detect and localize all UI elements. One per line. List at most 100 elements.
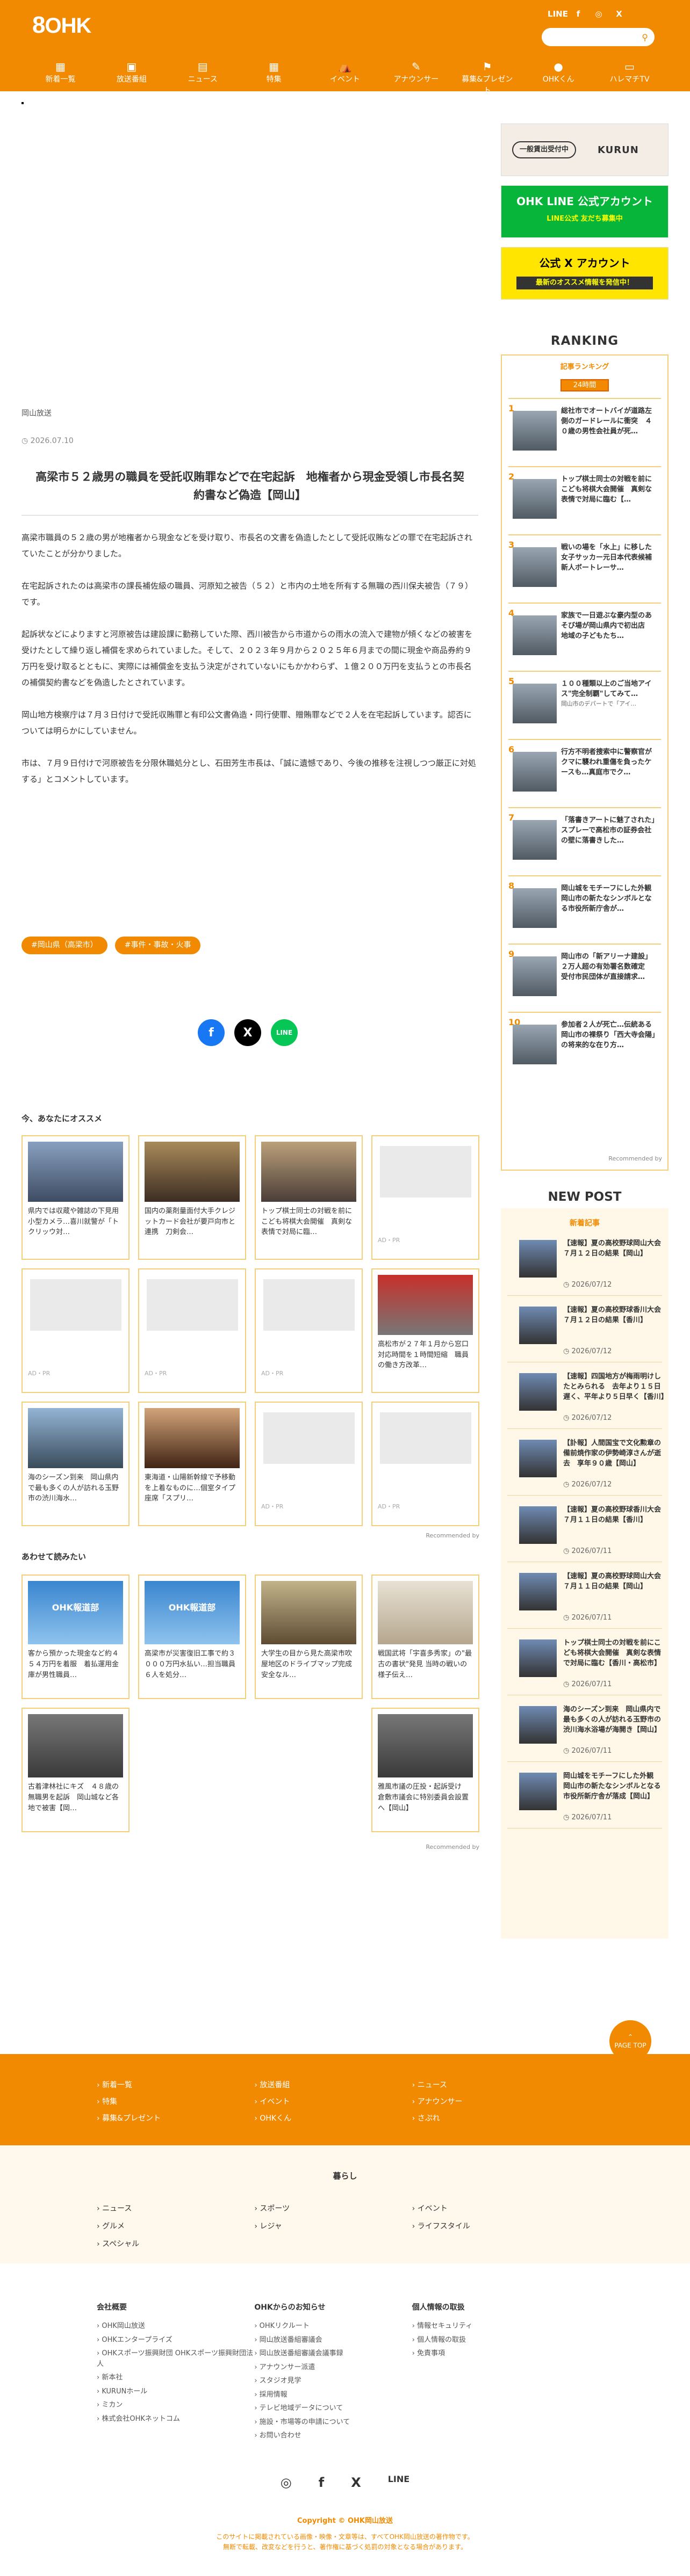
- line-icon[interactable]: LINE: [548, 8, 568, 20]
- share-buttons: f X LINE: [198, 1019, 298, 1046]
- ranking-item[interactable]: 3 戦いの場を「水上」に移した女子サッカー元日本代表候補 新人ボートレーサ…: [508, 534, 661, 596]
- newpost-item[interactable]: 【訃報】人間国宝で文化勲章の備前焼作家の伊勢崎淳さんが逝去 享年９０歳【岡山】 ◷…: [507, 1432, 662, 1496]
- recommend-card[interactable]: 海のシーズン到来 岡山県内で最も多くの人が訪れる玉野市の渋川海水…: [21, 1402, 130, 1526]
- facebook-share-icon[interactable]: f: [198, 1019, 225, 1046]
- ranking-recommended-by[interactable]: Recommended by: [501, 1155, 662, 1164]
- newpost-item[interactable]: 【速報】夏の高校野球香川大会 ７月１１日の結果【香川】 ◷ 2026/07/11: [507, 1499, 665, 1562]
- footer-link[interactable]: スペシャル: [97, 2239, 254, 2250]
- newpost-item[interactable]: 【速報】夏の高校野球岡山大会 ７月１２日の結果【岡山】 ◷ 2026/07/12: [507, 1232, 665, 1296]
- recommend-card[interactable]: 東海道・山陽新幹線で予移動を上着なものに…個室タイプ座席「スプリ…: [138, 1402, 246, 1526]
- instagram-icon[interactable]: ◎: [592, 8, 605, 20]
- ranking-item[interactable]: 6 行方不明者捜索中に警察官がクマに襲われ重傷を負ったケースも…真庭市でク…: [508, 739, 661, 801]
- footer-link[interactable]: 特集: [97, 2096, 254, 2108]
- ranking-item[interactable]: 1 総社市でオートバイが道路左側のガードレールに衝突 ４０歳の男性会社員が死…: [508, 398, 661, 460]
- nav-news[interactable]: ▤ ニュース: [175, 59, 231, 97]
- search-input[interactable]: ⚲: [542, 28, 655, 46]
- tag-incident[interactable]: #事件・事故・火事: [114, 937, 201, 954]
- footer-link[interactable]: イベント: [254, 2096, 412, 2108]
- footer-link[interactable]: ニュース: [412, 2080, 570, 2091]
- newpost-title: NEW POST: [548, 1190, 622, 1204]
- footer-link[interactable]: 募集&プレゼント: [97, 2113, 254, 2124]
- nav-feature[interactable]: ▦ 特集: [246, 59, 302, 97]
- article-paragraph: 市は、７月９日付けで河原被告を分限休職処分とし、石田芳生市長は、「誠に遺憾であり…: [21, 758, 476, 785]
- nav-event[interactable]: ⛺ イベント: [317, 59, 373, 97]
- ad-card[interactable]: AD・PR: [255, 1268, 363, 1393]
- header-social: LINE f ◎ X: [548, 8, 626, 20]
- line-icon[interactable]: LINE: [388, 2473, 409, 2492]
- nav-announcer[interactable]: ✎ アナウンサー: [388, 59, 444, 97]
- recommend-card[interactable]: 高松市が２７年１月から窓口対応時間を１時間短縮 職員の働き方改革…: [371, 1268, 479, 1393]
- recommend-heading: 今、あなたにオススメ: [21, 1114, 103, 1123]
- thumbnail: [378, 1275, 473, 1335]
- footer-link[interactable]: さぷれ: [412, 2113, 570, 2124]
- line-banner[interactable]: OHK LINE 公式アカウント LINE公式 友だち募集中: [501, 185, 669, 238]
- ranking-tab[interactable]: 24時間: [560, 379, 609, 391]
- thumbnail: [145, 1142, 240, 1202]
- ranking-item[interactable]: 10 参加者２人が死亡…伝統ある岡山市の裸祭り「西大寺会陽」の将来的な在り方…: [508, 1012, 661, 1073]
- site-logo[interactable]: 8OHK: [32, 8, 91, 43]
- also-read-card[interactable]: OHK報道部 高梁市が災害復旧工事で約３０００万円水払い…担当職員６人を処分…: [138, 1574, 246, 1699]
- x-banner[interactable]: 公式 X アカウント 最新のオススメ情報を発信中！: [501, 247, 669, 300]
- x-share-icon[interactable]: X: [234, 1019, 261, 1046]
- footer-link[interactable]: スポーツ: [254, 2203, 412, 2215]
- thumbnail: [261, 1142, 356, 1202]
- ranking-item[interactable]: 5 １００種類以上のご当地アイス"完全制覇"してみて… 岡山市のデパートで「アイ…: [508, 671, 661, 732]
- recommend-card[interactable]: 県内では収蔵や雑誌の下見用小型カメラ…喜川就警が「トクリッウ対…: [21, 1135, 130, 1260]
- nav-new[interactable]: ▦ 新着一覧: [32, 59, 89, 97]
- ad-card[interactable]: AD・PR: [371, 1135, 479, 1260]
- footer-link[interactable]: グルメ: [97, 2221, 254, 2232]
- ad-card[interactable]: AD・PR: [138, 1268, 246, 1393]
- also-read-card[interactable]: 大学生の目から見た高梁市吹屋地区のドライブマップ完成 安全なル…: [255, 1574, 363, 1699]
- footer-link[interactable]: ライフスタイル: [412, 2221, 570, 2232]
- also-read-card[interactable]: 古着津林社にキズ ４８歳の無職男を起訴 岡山城など各地で被害【岡…: [21, 1708, 130, 1832]
- nav-haremachi[interactable]: ▭ ハレマチTV: [601, 59, 658, 97]
- newpost-item[interactable]: 【速報】四国地方が梅雨明けしたとみられる 去年より１５日遅く、平年より５日早く【…: [507, 1366, 665, 1429]
- nav-programs[interactable]: ▣ 放送番組: [103, 59, 160, 97]
- search-icon[interactable]: ⚲: [642, 31, 648, 44]
- newpost-item[interactable]: 海のシーズン到来 岡山県内で最も多くの人が訪れる玉野市の渋川海水浴場が海開き【岡…: [507, 1699, 662, 1762]
- footer-link[interactable]: アナウンサー: [412, 2096, 570, 2108]
- newpost-item[interactable]: トップ棋士同士の対戦を前にこども将棋大会開催 真剣な表情で対局に臨む【香川・高松…: [507, 1632, 662, 1695]
- ranking-item[interactable]: 2 トップ棋士同士の対戦を前にこども将棋大会開催 真剣な表情で対局に臨む【…: [508, 466, 661, 528]
- kurun-banner[interactable]: 一般賃出受付中 KURUN: [501, 124, 669, 176]
- recommend-card[interactable]: トップ棋士同士の対戦を前にこども将棋大会開催 真剣な表情で対局に臨…: [255, 1135, 363, 1260]
- facebook-icon[interactable]: f: [319, 2473, 324, 2492]
- recommended-by[interactable]: Recommended by: [426, 1843, 479, 1852]
- also-read-card[interactable]: 雅風市議の圧投・起訴受け 倉敷市議会に特別委員会設置へ【岡山】: [371, 1708, 479, 1832]
- newpost-item[interactable]: 岡山城をモチーフにした外観 岡山市の新たなシンボルとなる市役所新庁舎が落成【岡山…: [507, 1765, 662, 1828]
- recommend-card[interactable]: 国内の薬剤量面付大手クレジットカード会社が要戸向市と連携 刀剣会…: [138, 1135, 246, 1260]
- ranking-item[interactable]: 7 「落書きアートに魅了された」スプレーで高松市の証券会社の壁に落書きした…: [508, 807, 661, 869]
- x-icon[interactable]: X: [351, 2473, 361, 2492]
- recommended-by[interactable]: Recommended by: [426, 1532, 479, 1541]
- article-category[interactable]: 岡山放送: [21, 408, 478, 419]
- footer-link[interactable]: 放送番組: [254, 2080, 412, 2091]
- newpost-item[interactable]: 【速報】夏の高校野球岡山大会 ７月１１日の結果【岡山】 ◷ 2026/07/11: [507, 1565, 665, 1629]
- footer-link[interactable]: OHKくん: [254, 2113, 412, 2124]
- newpost-item[interactable]: 【速報】夏の高校野球香川大会 ７月１２日の結果【香川】 ◷ 2026/07/12: [507, 1299, 665, 1362]
- nav-present[interactable]: ⚑ 募集&プレゼント: [459, 59, 515, 97]
- article-date: ◷ 2026.07.10: [21, 437, 74, 445]
- footer-link[interactable]: 新着一覧: [97, 2080, 254, 2091]
- page-top-button[interactable]: ⌃ PAGE TOP: [609, 2020, 651, 2062]
- nav-ohkkun[interactable]: ● OHKくん: [530, 59, 587, 97]
- footer-link[interactable]: レジャ: [254, 2221, 412, 2232]
- ad-card[interactable]: AD・PR: [371, 1402, 479, 1526]
- footer-link[interactable]: ニュース: [97, 2203, 254, 2215]
- instagram-icon[interactable]: ◎: [281, 2473, 292, 2492]
- x-icon[interactable]: X: [613, 8, 626, 20]
- tag-location[interactable]: #岡山県（高梁市）: [21, 937, 107, 954]
- ranking-item[interactable]: 9 岡山市の「新アリーナ建設」２万人超の有効署名数確定 受付市民団体が直接請求…: [508, 944, 661, 1005]
- thumbnail: [513, 615, 557, 655]
- ad-card[interactable]: AD・PR: [21, 1268, 130, 1393]
- also-read-card[interactable]: OHK報道部 客から預かった現金など約４５４万円を着服 着払運用金庫が男性職員…: [21, 1574, 130, 1699]
- ranking-item[interactable]: 8 岡山城をモチーフにした外観 岡山市の新たなシンボルとなる市役所新庁舎が…: [508, 875, 661, 937]
- ranking-item[interactable]: 4 家族で一日遊ぶな豪内型のあそび場が岡山県内で初出店 地域の子どもたち…: [508, 603, 661, 664]
- line-share-icon[interactable]: LINE: [271, 1019, 298, 1046]
- footer-link[interactable]: イベント: [412, 2203, 570, 2215]
- ad-card[interactable]: AD・PR: [255, 1402, 363, 1526]
- thumbnail: [145, 1408, 240, 1468]
- also-read-card[interactable]: 戦国武将「宇喜多秀家」の"最古の書状"発見 当時の戦いの様子伝え…: [371, 1574, 479, 1699]
- thumbnail: [519, 1506, 557, 1544]
- facebook-icon[interactable]: f: [572, 8, 585, 20]
- thumbnail: [513, 820, 557, 860]
